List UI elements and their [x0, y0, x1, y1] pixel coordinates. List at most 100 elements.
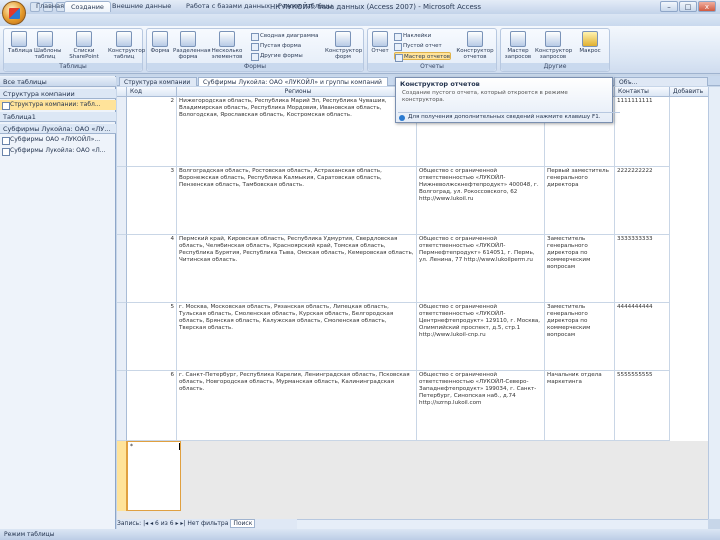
cell-phone[interactable]: 1111111111 [615, 97, 670, 167]
record-position[interactable]: 6 из 6 [155, 520, 174, 527]
blank-report-icon [394, 43, 402, 51]
form-button[interactable]: Форма [149, 31, 171, 54]
new-row-selector[interactable] [117, 441, 127, 511]
cell-code[interactable]: 5 [127, 303, 177, 371]
col-header-regions[interactable]: Регионы [177, 87, 417, 97]
cell-code[interactable]: 6 [127, 371, 177, 441]
row-selector[interactable] [117, 235, 127, 303]
table-templates-icon [37, 31, 53, 47]
cell-organization[interactable]: Общество с ограниченной ответственностью… [417, 303, 545, 371]
nav-header[interactable]: Все таблицы [0, 77, 116, 87]
close-button[interactable]: x [698, 1, 716, 12]
select-all-corner[interactable] [117, 87, 127, 97]
group-other-label: Другие [501, 63, 609, 71]
office-button[interactable] [2, 1, 26, 25]
cell-organization[interactable]: Общество с ограниченной ответственностью… [417, 167, 545, 235]
cell-phone[interactable]: 2222222222 [615, 167, 670, 235]
maximize-button[interactable]: □ [679, 1, 697, 12]
cell-code[interactable]: 4 [127, 235, 177, 303]
cell-organization[interactable]: Общество с ограниченной ответственностью… [417, 371, 545, 441]
datasheet-grid[interactable]: Код Регионы Контакты Добавить 2 Нижегоро… [117, 87, 720, 519]
doc-tab-other[interactable]: Объ... [614, 77, 708, 86]
doc-tab-subsidiaries[interactable]: Субфирмы Лукойла: ОАО «ЛУКОЙЛ» и группы … [198, 77, 388, 86]
report-wizard-button[interactable]: Мастер отчетов [394, 52, 451, 62]
col-header-contacts[interactable]: Контакты [615, 87, 670, 97]
tab-create[interactable]: Создание [64, 1, 111, 12]
record-last-icon[interactable]: ▸| [180, 520, 185, 527]
cell-regions[interactable]: Волгоградская область, Ростовская област… [177, 167, 417, 235]
form-icon [2, 148, 10, 156]
cell-code[interactable]: 2 [127, 97, 177, 167]
nav-item-subsidiaries-table[interactable]: Субфирмы ОАО «ЛУКОЙЛ»... [0, 135, 116, 145]
tooltip-title: Конструктор отчетов [400, 80, 480, 88]
cell-regions[interactable]: г. Санкт-Петербург, Республика Карелия, … [177, 371, 417, 441]
query-design-button[interactable]: Конструктор запросов [535, 31, 572, 60]
cell-organization[interactable]: Общество с ограниченной ответственностью… [417, 235, 545, 303]
blank-form-button[interactable]: Пустая форма [251, 42, 301, 51]
macro-icon [582, 31, 598, 47]
record-prev-icon[interactable]: ◂ [150, 520, 153, 527]
nav-item-structure-table[interactable]: Структура компании: табл... [0, 100, 116, 110]
group-reports-label: Отчеты [368, 63, 496, 71]
query-wizard-button[interactable]: Мастер запросов [503, 31, 533, 60]
blank-report-button[interactable]: Пустой отчет [394, 42, 442, 51]
filter-status[interactable]: Нет фильтра [187, 520, 228, 527]
table-templates-button[interactable]: Шаблоны таблиц [34, 31, 61, 60]
cell-code[interactable]: 3 [127, 167, 177, 235]
nav-group-structure[interactable]: Структура компании [0, 89, 116, 99]
report-design-button[interactable]: Конструктор отчетов [456, 31, 494, 60]
cell-position[interactable]: Начальник отдела маркетинга [545, 371, 615, 441]
cell-phone[interactable]: 3333333333 [615, 235, 670, 303]
sharepoint-lists-button[interactable]: Списки SharePoint [68, 31, 100, 60]
table-design-button[interactable]: Конструктор таблиц [108, 31, 145, 60]
tab-datasheet[interactable]: Режим таблицы [272, 1, 339, 12]
macro-button[interactable]: Макрос [575, 31, 605, 54]
nav-group-table1[interactable]: Таблица1 [0, 112, 116, 122]
cell-position[interactable]: Заместитель генерального директора по ко… [545, 235, 615, 303]
office-logo-icon [9, 8, 20, 19]
report-button[interactable]: Отчет [369, 31, 391, 54]
row-selector[interactable] [117, 371, 127, 441]
pivot-chart-button[interactable]: Сводная диаграмма [251, 32, 318, 41]
new-row-code-cell[interactable]: * [127, 441, 181, 511]
more-forms-button[interactable]: Другие формы [251, 52, 303, 61]
text-cursor [179, 443, 180, 450]
sharepoint-icon [76, 31, 92, 47]
nav-group-subsidiaries[interactable]: Субфирмы Лукойла: ОАО «ЛУ... [0, 124, 116, 134]
table-button[interactable]: Таблица [8, 31, 32, 54]
cell-position[interactable]: Первый заместитель генерального директор… [545, 167, 615, 235]
row-selector[interactable] [117, 97, 127, 167]
cell-phone[interactable]: 4444444444 [615, 303, 670, 371]
multiple-items-button[interactable]: Несколько элементов [207, 31, 247, 60]
labels-button[interactable]: Наклейки [394, 32, 431, 41]
help-icon [399, 115, 405, 121]
record-next-icon[interactable]: ▸ [175, 520, 178, 527]
cell-regions[interactable]: Пермский край, Кировская область, Респуб… [177, 235, 417, 303]
row-selector[interactable] [117, 303, 127, 371]
cell-regions[interactable]: г. Москва, Московская область, Рязанская… [177, 303, 417, 371]
status-text: Режим таблицы [4, 531, 55, 538]
col-header-add[interactable]: Добавить [670, 87, 710, 97]
group-other: Мастер запросов Конструктор запросов Мак… [500, 28, 610, 72]
row-selector[interactable] [117, 167, 127, 235]
cell-regions[interactable]: Нижегородская область, Республика Марий … [177, 97, 417, 167]
table-icon [11, 31, 27, 47]
minimize-button[interactable]: – [660, 1, 678, 12]
nav-item-subsidiaries-form[interactable]: Субфирмы Лукойла: ОАО «Л... [0, 146, 116, 156]
cell-position[interactable]: Заместитель генерального директора по ко… [545, 303, 615, 371]
col-header-code[interactable]: Код [127, 87, 177, 97]
tab-database-tools[interactable]: Работа с базами данных [180, 1, 276, 12]
blank-form-icon [251, 43, 259, 51]
group-reports: Отчет Наклейки Пустой отчет Мастер отчет… [367, 28, 497, 72]
form-design-button[interactable]: Конструктор форм [325, 31, 362, 60]
query-wizard-icon [510, 31, 526, 47]
doc-tab-structure[interactable]: Структура компании [119, 77, 197, 86]
record-first-icon[interactable]: |◂ [143, 520, 148, 527]
split-form-button[interactable]: Разделенная форма [173, 31, 211, 60]
vertical-scrollbar[interactable] [708, 87, 720, 519]
search-box[interactable]: Поиск [230, 519, 256, 528]
form-design-icon [335, 31, 351, 47]
tab-external-data[interactable]: Внешние данные [106, 1, 177, 12]
cell-phone[interactable]: 5555555555 [615, 371, 670, 441]
pivot-chart-icon [251, 33, 259, 41]
